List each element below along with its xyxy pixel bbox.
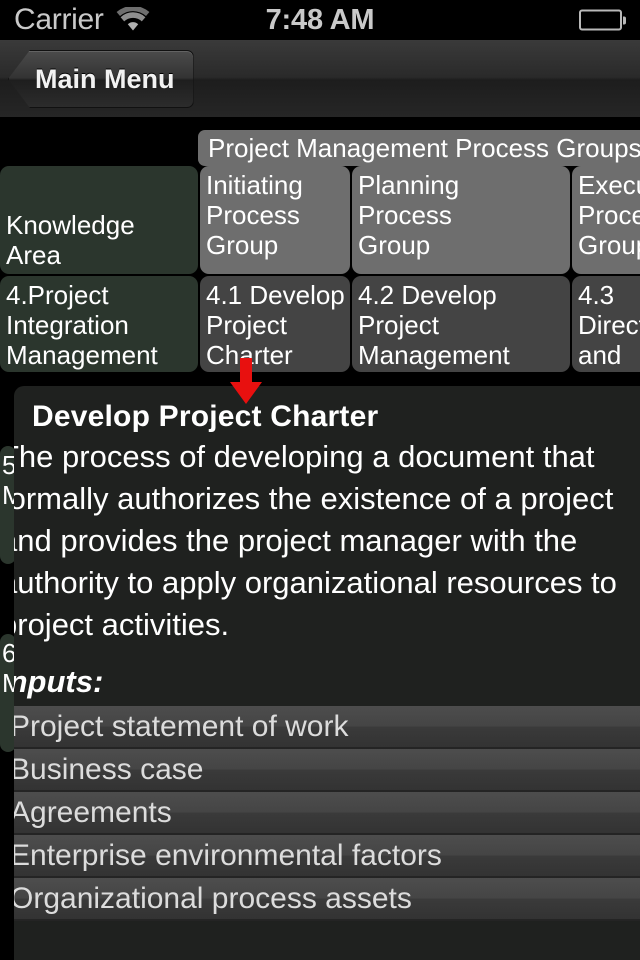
process-groups-title: Project Management Process Groups bbox=[198, 130, 640, 166]
header-cell-planning[interactable]: Planning Process Group bbox=[352, 166, 570, 274]
list-item[interactable]: Agreements bbox=[14, 792, 640, 835]
battery-full-icon bbox=[579, 9, 626, 31]
cell-4-2-develop-project-management-plan[interactable]: 4.2 Develop Project Management Plan bbox=[352, 276, 570, 372]
header-cell-initiating[interactable]: Initiating Process Group bbox=[200, 166, 350, 274]
process-groups-table[interactable]: Project Management Process Groups Knowle… bbox=[0, 118, 640, 372]
table-header-row: Knowledge Area Initiating Process Group … bbox=[0, 166, 640, 274]
inputs-list: Project statement of work Business case … bbox=[14, 706, 640, 921]
list-item[interactable]: Project statement of work bbox=[14, 706, 640, 749]
group-title-row: Project Management Process Groups bbox=[198, 130, 640, 166]
list-item[interactable]: Organizational process assets bbox=[14, 878, 640, 921]
status-bar: Carrier 7:48 AM bbox=[0, 0, 640, 40]
back-button-main-menu[interactable]: Main Menu bbox=[8, 50, 194, 108]
back-button-label: Main Menu bbox=[35, 63, 175, 94]
cell-project-integration-management[interactable]: 4.Project Integration Management bbox=[0, 276, 198, 372]
header-cell-knowledge-area[interactable]: Knowledge Area bbox=[0, 166, 198, 274]
cell-4-3-direct-and-manage-project-execution[interactable]: 4.3 Direct and Manage Project Execution bbox=[572, 276, 640, 372]
detail-description: The process of developing a document tha… bbox=[14, 439, 617, 642]
table-row: 4.Project Integration Management 4.1 Dev… bbox=[0, 276, 640, 372]
app-screen: Carrier 7:48 AM Main Menu Project Manage… bbox=[0, 0, 640, 960]
detail-title: Develop Project Charter bbox=[32, 400, 379, 433]
list-item[interactable]: Enterprise environmental factors bbox=[14, 835, 640, 878]
list-item[interactable]: Business case bbox=[14, 749, 640, 792]
inputs-heading: Inputs: bbox=[14, 664, 104, 699]
down-arrow-marker-icon bbox=[228, 358, 264, 408]
header-cell-executing[interactable]: Executing Process Group bbox=[572, 166, 640, 274]
navigation-bar: Main Menu bbox=[0, 40, 640, 118]
cell-4-1-develop-project-charter[interactable]: 4.1 Develop Project Charter bbox=[200, 276, 350, 372]
status-time: 7:48 AM bbox=[265, 3, 375, 36]
process-detail-panel: Develop Project Charter The process of d… bbox=[14, 386, 640, 960]
